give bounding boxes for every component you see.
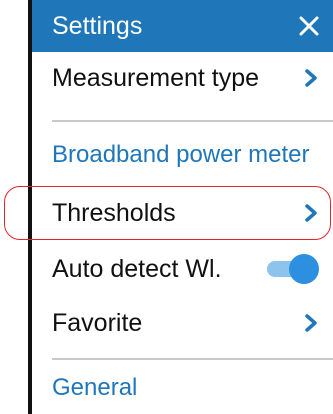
divider <box>52 358 333 360</box>
chevron-right-icon <box>305 69 317 87</box>
menu-item-favorite[interactable]: Favorite <box>32 300 333 346</box>
menu-item-auto-detect: Auto detect Wl. <box>32 246 333 292</box>
close-icon <box>299 16 319 36</box>
settings-header: Settings <box>32 0 333 52</box>
thresholds-label: Thresholds <box>52 198 176 227</box>
divider <box>52 120 333 122</box>
settings-title: Settings <box>52 11 143 40</box>
menu-item-thresholds[interactable]: Thresholds <box>32 190 333 236</box>
measurement-type-label: Measurement type <box>52 63 260 92</box>
auto-detect-label: Auto detect Wl. <box>52 254 222 283</box>
screen: Settings Measurement type Broadband powe… <box>0 0 333 414</box>
chevron-right-icon <box>305 204 317 222</box>
section-title-broadband: Broadband power meter <box>52 141 310 168</box>
section-title-general: General <box>52 374 138 401</box>
toggle-knob <box>289 254 319 284</box>
auto-detect-toggle[interactable] <box>267 254 319 284</box>
settings-panel: Settings Measurement type Broadband powe… <box>28 0 333 414</box>
chevron-right-icon <box>305 314 317 332</box>
close-button[interactable] <box>293 10 325 42</box>
favorite-label: Favorite <box>52 308 143 337</box>
menu-item-measurement-type[interactable]: Measurement type <box>32 56 333 100</box>
